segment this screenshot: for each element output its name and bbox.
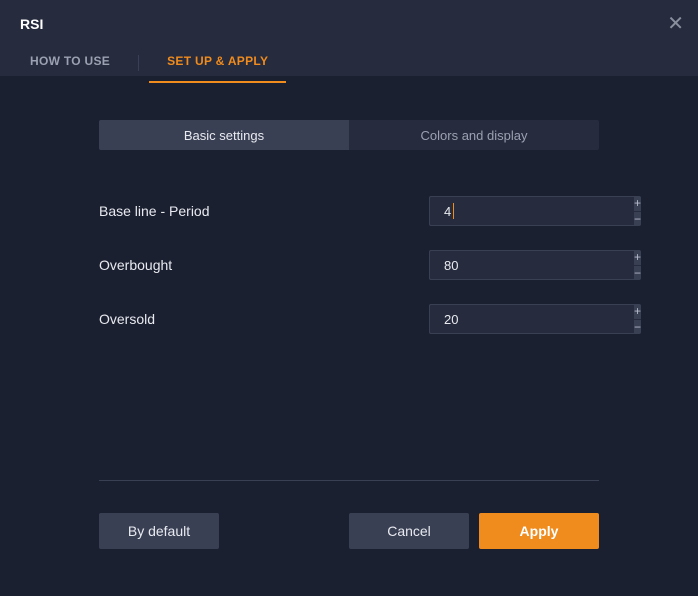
cancel-button[interactable]: Cancel: [349, 513, 469, 549]
close-icon: ✕: [667, 13, 684, 35]
dialog-title: RSI: [0, 0, 698, 32]
decrement-button[interactable]: −: [634, 320, 641, 335]
stepper-oversold: + −: [429, 304, 599, 334]
row-oversold: Oversold + −: [99, 292, 599, 346]
dialog-header: RSI ✕ HOW TO USE SET UP & APPLY: [0, 0, 698, 76]
sub-tabs: Basic settings Colors and display: [99, 120, 599, 150]
subtab-colors-display[interactable]: Colors and display: [349, 120, 599, 150]
stepper-buttons: + −: [634, 250, 641, 280]
label-overbought: Overbought: [99, 257, 429, 273]
divider: [99, 480, 599, 481]
decrement-button[interactable]: −: [634, 212, 641, 227]
row-overbought: Overbought + −: [99, 238, 599, 292]
stepper-overbought: + −: [429, 250, 599, 280]
input-oversold[interactable]: [429, 304, 634, 334]
increment-button[interactable]: +: [634, 196, 641, 212]
label-baseline-period: Base line - Period: [99, 203, 429, 219]
stepper-buttons: + −: [634, 304, 641, 334]
text-caret: [453, 203, 454, 219]
tab-set-up-apply[interactable]: SET UP & APPLY: [157, 44, 278, 82]
tab-separator: [138, 55, 139, 71]
row-baseline-period: Base line - Period + −: [99, 184, 599, 238]
tab-how-to-use[interactable]: HOW TO USE: [20, 44, 120, 82]
increment-button[interactable]: +: [634, 250, 641, 266]
apply-button[interactable]: Apply: [479, 513, 599, 549]
subtab-basic-settings[interactable]: Basic settings: [99, 120, 349, 150]
increment-button[interactable]: +: [634, 304, 641, 320]
decrement-button[interactable]: −: [634, 266, 641, 281]
by-default-button[interactable]: By default: [99, 513, 219, 549]
stepper-baseline-period: + −: [429, 196, 599, 226]
main-tabs: HOW TO USE SET UP & APPLY: [0, 44, 698, 82]
dialog-content: Basic settings Colors and display Base l…: [0, 76, 698, 549]
input-baseline-period[interactable]: [429, 196, 634, 226]
input-overbought[interactable]: [429, 250, 634, 280]
stepper-buttons: + −: [634, 196, 641, 226]
close-button[interactable]: ✕: [667, 14, 684, 34]
dialog-footer: By default Cancel Apply: [99, 513, 599, 549]
spacer: [229, 513, 339, 549]
settings-form: Base line - Period + − Overbought + −: [99, 184, 599, 346]
label-oversold: Oversold: [99, 311, 429, 327]
